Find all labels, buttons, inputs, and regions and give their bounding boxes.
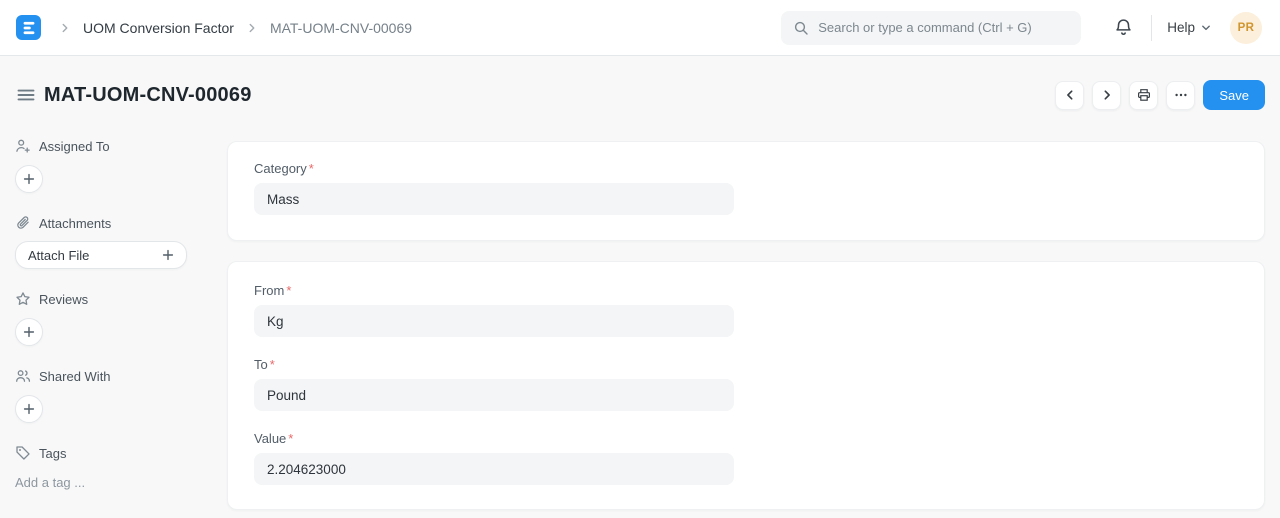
paperclip-icon	[15, 215, 31, 231]
users-icon	[15, 368, 31, 384]
from-uom-input[interactable]	[254, 305, 734, 337]
prev-document-button[interactable]	[1055, 81, 1084, 110]
print-button[interactable]	[1129, 81, 1158, 110]
required-asterisk: *	[286, 283, 291, 298]
plus-icon	[22, 172, 36, 186]
add-assignment-button[interactable]	[15, 165, 43, 193]
navbar-divider	[1151, 15, 1152, 41]
notifications-button[interactable]	[1112, 16, 1135, 39]
breadcrumb-document[interactable]: MAT-UOM-CNV-00069	[270, 20, 412, 36]
form-sidebar: Assigned To Attachments Attach File Revi…	[0, 134, 227, 490]
from-field: From*	[254, 283, 1238, 337]
star-icon	[15, 291, 31, 307]
avatar-initials: PR	[1238, 22, 1255, 34]
from-field-label: From*	[254, 283, 1238, 298]
next-document-button[interactable]	[1092, 81, 1121, 110]
save-button[interactable]: Save	[1203, 80, 1265, 110]
attachments-section-label: Attachments	[15, 215, 211, 231]
app-logo[interactable]	[16, 15, 41, 40]
value-field: Value*	[254, 431, 1238, 485]
category-input[interactable]	[254, 183, 734, 215]
add-share-button[interactable]	[15, 395, 43, 423]
add-tag-input[interactable]: Add a tag ...	[15, 475, 211, 490]
attach-file-label: Attach File	[28, 248, 89, 263]
required-asterisk: *	[309, 161, 314, 176]
chevron-left-icon	[1062, 87, 1078, 103]
breadcrumb-doctype[interactable]: UOM Conversion Factor	[83, 20, 234, 36]
page-title: MAT-UOM-CNV-00069	[44, 84, 252, 107]
hamburger-menu-icon	[16, 85, 36, 105]
plus-icon	[161, 248, 175, 262]
to-uom-input[interactable]	[254, 379, 734, 411]
category-field-label: Category*	[254, 161, 1238, 176]
required-asterisk: *	[270, 357, 275, 372]
add-review-button[interactable]	[15, 318, 43, 346]
shared-with-label: Shared With	[39, 369, 111, 384]
breadcrumb-chevron-icon	[245, 21, 259, 35]
shared-with-section-label: Shared With	[15, 368, 211, 384]
help-dropdown[interactable]: Help	[1167, 20, 1211, 35]
value-field-label: Value*	[254, 431, 1238, 446]
reviews-label: Reviews	[39, 292, 88, 307]
required-asterisk: *	[288, 431, 293, 446]
ellipsis-icon	[1173, 87, 1189, 103]
attachments-label: Attachments	[39, 216, 111, 231]
chevron-down-icon	[1201, 23, 1211, 33]
form-section-conversion: From* To* Value*	[227, 261, 1265, 510]
content-area: Assigned To Attachments Attach File Revi…	[0, 134, 1280, 510]
category-field: Category*	[254, 161, 1238, 215]
reviews-section-label: Reviews	[15, 291, 211, 307]
chevron-right-icon	[1099, 87, 1115, 103]
plus-icon	[22, 325, 36, 339]
breadcrumb-chevron-icon	[58, 21, 72, 35]
to-field-label: To*	[254, 357, 1238, 372]
help-label: Help	[1167, 20, 1195, 35]
user-avatar[interactable]: PR	[1230, 12, 1262, 44]
attach-file-button[interactable]: Attach File	[15, 241, 187, 269]
tags-section-label: Tags	[15, 445, 211, 461]
sidebar-toggle-button[interactable]	[16, 83, 36, 107]
global-search[interactable]	[781, 11, 1081, 45]
tag-icon	[15, 445, 31, 461]
plus-icon	[22, 402, 36, 416]
assigned-to-label: Assigned To	[39, 139, 110, 154]
menu-dots-button[interactable]	[1166, 81, 1195, 110]
to-field: To*	[254, 357, 1238, 411]
bell-icon	[1114, 18, 1133, 37]
navbar: UOM Conversion Factor MAT-UOM-CNV-00069 …	[0, 0, 1280, 56]
assigned-to-section-label: Assigned To	[15, 138, 211, 154]
tags-label: Tags	[39, 446, 66, 461]
search-input[interactable]	[818, 20, 1069, 35]
page-header: MAT-UOM-CNV-00069 Save	[0, 56, 1280, 134]
form-section-category: Category*	[227, 141, 1265, 241]
search-icon	[793, 20, 809, 36]
form-body: Category* From* To* Value*	[227, 134, 1280, 510]
assign-user-icon	[15, 138, 31, 154]
conversion-value-input[interactable]	[254, 453, 734, 485]
printer-icon	[1136, 87, 1152, 103]
erpnext-logo-icon	[17, 16, 41, 40]
page-actions: Save	[1055, 80, 1265, 110]
